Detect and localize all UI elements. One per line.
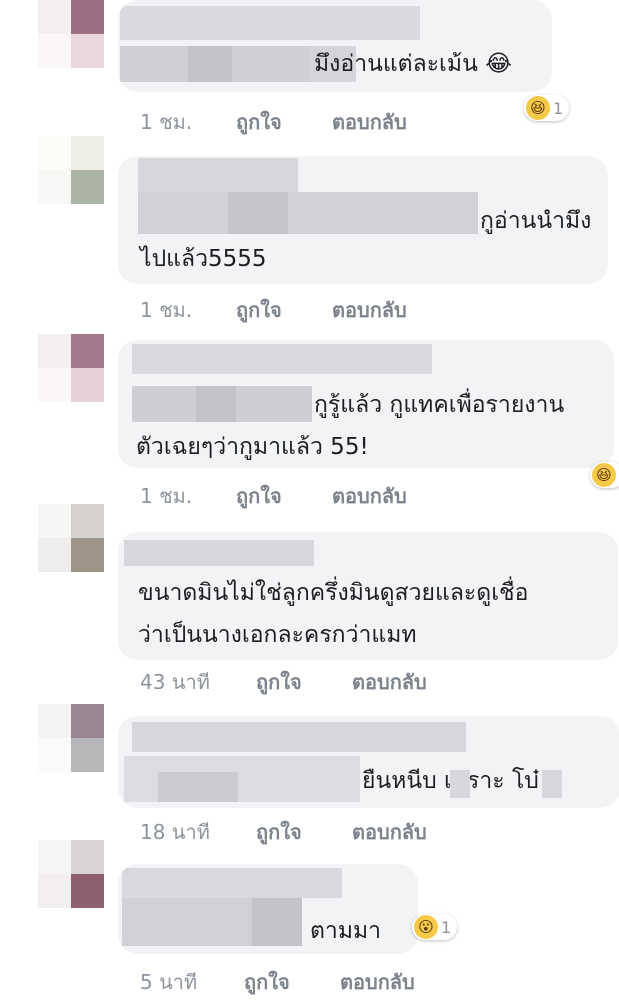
comment-text-line-1: กูอ่านนำมึง [480,208,592,234]
comment-time[interactable]: 1 ชม. [140,106,236,138]
comment-bubble: กูอ่านนำมึง ไปแล้ว5555 [118,156,608,284]
redaction-block [542,770,562,798]
comment-3: กูรู้แล้ว กูแทคเพื่อรายงาน ตัวเฉยๆว่ากูม… [0,334,619,514]
like-link[interactable]: ถูกใจ [244,966,340,998]
reply-link[interactable]: ตอบกลับ [352,666,427,698]
comment-6: ตามมา 😮 1 5 นาที ถูกใจ ตอบกลับ [0,840,619,1000]
comment-2: กูอ่านนำมึง ไปแล้ว5555 1 ชม. ถูกใจ ตอบกลับ [0,136,619,326]
author-name-blurred[interactable] [122,868,342,898]
comment-time[interactable]: 1 ชม. [140,294,236,326]
comment-bubble: มึงอ่านแต่ละเม้น 😂 [118,0,552,92]
comment-actions: 1 ชม. ถูกใจ ตอบกลับ [140,106,407,138]
comment-text-line-1: กูรู้แล้ว กูแทคเพื่อรายงาน [314,392,565,418]
avatar[interactable] [38,704,104,772]
reply-link[interactable]: ตอบกลับ [332,106,407,138]
avatar[interactable] [38,840,104,908]
reaction-count: 1 [553,98,564,118]
avatar[interactable] [38,0,104,68]
comment-text: ตามมา [310,918,382,944]
comment-text-line-2: ว่าเป็นนางเอกละครกว่าแมท [138,622,417,648]
reply-link[interactable]: ตอบกลับ [340,966,415,998]
avatar[interactable] [38,334,104,402]
comment-text-line-2: ไปแล้ว5555 [140,246,267,272]
comment-5: ยืนหนีบ เพราะ โบ๋ 18 นาที ถูกใจ ตอบกลับ [0,704,619,844]
laugh-icon: 😆 [592,463,616,487]
reaction-badge[interactable]: 😆 [590,462,619,488]
author-name-blurred[interactable] [132,722,466,752]
wow-icon: 😮 [414,915,438,939]
like-link[interactable]: ถูกใจ [256,666,352,698]
avatar[interactable] [38,136,104,204]
author-name-blurred[interactable] [120,6,420,40]
redaction-block [450,770,470,798]
reaction-badge[interactable]: 😮 1 [412,914,458,940]
comment-text-line-2: ตัวเฉยๆว่ากูมาแล้ว 55! [136,434,369,460]
comment-bubble: ยืนหนีบ เพราะ โบ๋ [118,716,619,808]
author-name-blurred[interactable] [124,540,314,566]
comment-bubble: ขนาดมินไม่ใช่ลูกครึ่งมินดูสวยและดูเชื่อ … [118,532,618,660]
author-name-blurred[interactable] [138,158,298,192]
comment-bubble: กูรู้แล้ว กูแทคเพื่อรายงาน ตัวเฉยๆว่ากูม… [118,340,614,468]
comment-time[interactable]: 43 นาที [140,666,256,698]
comment-time[interactable]: 5 นาที [140,966,244,998]
comment-4: ขนาดมินไม่ใช่ลูกครึ่งมินดูสวยและดูเชื่อ … [0,504,619,704]
reply-link[interactable]: ตอบกลับ [332,294,407,326]
reaction-count: 1 [441,917,452,937]
like-link[interactable]: ถูกใจ [236,294,332,326]
author-name-blurred[interactable] [132,344,432,374]
reaction-badge[interactable]: 😆 1 [524,95,570,121]
like-link[interactable]: ถูกใจ [236,106,332,138]
comment-actions: 5 นาที ถูกใจ ตอบกลับ [140,966,415,998]
comment-1: มึงอ่านแต่ละเม้น 😂 😆 1 1 ชม. ถูกใจ ตอบกลับ [0,0,619,140]
comment-actions: 1 ชม. ถูกใจ ตอบกลับ [140,294,407,326]
avatar[interactable] [38,504,104,572]
comment-text: มึงอ่านแต่ละเม้น 😂 [314,51,512,77]
laugh-icon: 😆 [526,96,550,120]
comment-actions: 43 นาที ถูกใจ ตอบกลับ [140,666,427,698]
comment-text-line-1: ขนาดมินไม่ใช่ลูกครึ่งมินดูสวยและดูเชื่อ [138,580,529,606]
